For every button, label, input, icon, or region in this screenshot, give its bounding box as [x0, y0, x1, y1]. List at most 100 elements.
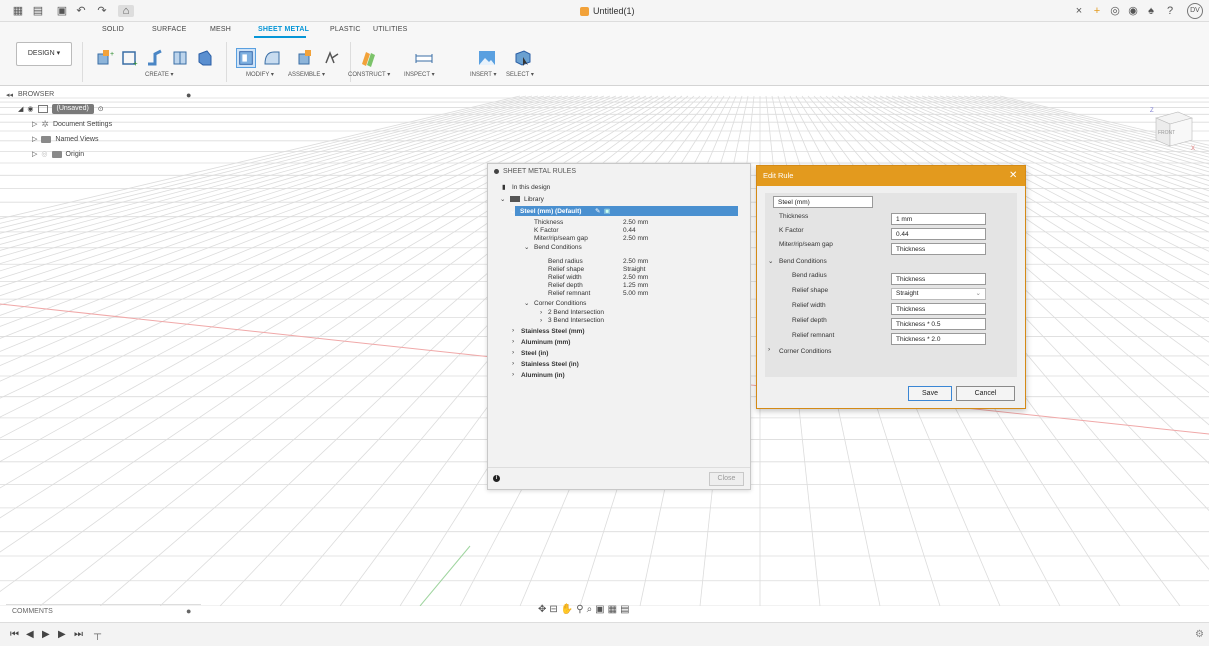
expand-arrow-icon[interactable]: › [768, 346, 770, 353]
workspace-design-button[interactable]: DESIGN ▾ [16, 42, 72, 66]
measure-icon[interactable] [414, 48, 434, 68]
press-pull-icon[interactable] [262, 48, 282, 68]
file-menu-icon[interactable]: ▤ [32, 5, 44, 17]
dialog-title-bar[interactable]: Edit Rule [757, 166, 1025, 186]
info-icon[interactable]: i [493, 475, 500, 482]
notifications-icon[interactable]: ♠ [1144, 4, 1158, 18]
activate-radio-icon[interactable]: ⊙ [98, 105, 104, 113]
modify-group-label[interactable]: MODIFY ▾ [246, 71, 274, 78]
expand-arrow-icon[interactable]: ⌄ [524, 299, 529, 307]
flat-pattern-icon[interactable] [170, 48, 190, 68]
zoom-icon[interactable]: ⚲ [576, 604, 583, 615]
create-group-label[interactable]: CREATE ▾ [145, 71, 174, 78]
rule-item[interactable]: Aluminum (in) [521, 372, 565, 379]
rule-item[interactable]: Stainless Steel (in) [521, 361, 579, 368]
select-group-label[interactable]: SELECT ▾ [506, 71, 534, 78]
viewcube-face-label[interactable]: FRONT [1158, 130, 1175, 136]
relief-depth-input[interactable] [891, 318, 986, 330]
comments-pin-icon[interactable]: ● [186, 606, 191, 616]
close-button[interactable]: Close [709, 472, 744, 486]
undo-icon[interactable]: ↶ [75, 5, 87, 17]
tab-surface[interactable]: SURFACE [152, 26, 186, 33]
expand-arrow-icon[interactable]: › [540, 309, 542, 316]
flange-icon[interactable] [145, 48, 165, 68]
insert-image-icon[interactable] [477, 48, 497, 68]
unfold-icon[interactable] [195, 48, 215, 68]
orbit-icon[interactable]: ✥ [538, 604, 546, 615]
fit-icon[interactable]: ⌕ [587, 604, 593, 615]
expand-arrow-icon[interactable]: › [512, 338, 514, 345]
collapse-browser-icon[interactable]: ◂◂ [6, 91, 13, 99]
step-back-icon[interactable]: ◀ [26, 629, 34, 640]
tab-sheet-metal[interactable]: SHEET METAL [258, 26, 309, 33]
expand-arrow-icon[interactable]: › [512, 349, 514, 356]
insert-group-label[interactable]: INSERT ▾ [470, 71, 496, 78]
grid-settings-icon[interactable]: ▦ [608, 604, 617, 615]
expand-arrow-icon[interactable]: ▷ [32, 150, 37, 158]
visibility-eye-icon[interactable]: ◉ [27, 105, 33, 113]
rule-item[interactable]: Steel (in) [521, 350, 548, 357]
edit-rule-pencil-icon[interactable]: ✎ [595, 207, 600, 215]
browser-root-item[interactable]: ◢ ◉ (Unsaved) ⊙ [18, 103, 104, 115]
tab-solid[interactable]: SOLID [102, 26, 124, 33]
expand-arrow-icon[interactable]: ▷ [32, 120, 37, 128]
k-factor-input[interactable] [891, 228, 986, 240]
sheet-metal-rules-icon[interactable] [236, 48, 256, 68]
rule-item[interactable]: Stainless Steel (mm) [521, 328, 585, 335]
corner-item[interactable]: 2 Bend Intersection [548, 309, 604, 316]
corner-conditions-label[interactable]: Corner Conditions [534, 300, 586, 307]
browser-item-origin[interactable]: ▷ ◎ Origin [32, 148, 84, 160]
pin-icon[interactable] [494, 169, 499, 174]
data-panel-grid-icon[interactable]: ▦ [12, 5, 24, 17]
expand-arrow-icon[interactable]: ⌄ [510, 207, 515, 215]
dialog-header[interactable]: SHEET METAL RULES [494, 168, 576, 175]
rule-item[interactable]: Aluminum (mm) [521, 339, 570, 346]
go-to-end-icon[interactable]: ⏭ [74, 629, 83, 640]
home-icon[interactable]: ⌂ [118, 5, 134, 17]
play-icon[interactable]: ▶ [42, 629, 50, 640]
save-button[interactable]: Save [908, 386, 952, 401]
browser-item-document-settings[interactable]: ▷ ✲ Document Settings [32, 118, 112, 130]
browser-pin-icon[interactable]: ● [186, 90, 191, 100]
close-tab-icon[interactable]: × [1072, 4, 1086, 18]
viewports-icon[interactable]: ▤ [620, 604, 629, 615]
select-icon[interactable] [513, 48, 533, 68]
relief-shape-select[interactable]: Straight ⌄ [891, 288, 986, 300]
extensions-icon[interactable]: ◎ [1108, 4, 1122, 18]
expand-arrow-icon[interactable]: › [512, 327, 514, 334]
expand-arrow-icon[interactable]: › [512, 371, 514, 378]
bend-radius-input[interactable] [891, 273, 986, 285]
expand-arrow-icon[interactable]: › [540, 317, 542, 324]
tab-utilities[interactable]: UTILITIES [373, 26, 407, 33]
tab-mesh[interactable]: MESH [210, 26, 231, 33]
document-tab[interactable]: Untitled(1) [580, 4, 635, 18]
new-component-assemble-icon[interactable] [296, 48, 316, 68]
display-settings-icon[interactable]: ▣ [595, 604, 604, 615]
step-forward-icon[interactable]: ▶ [58, 629, 66, 640]
relief-width-input[interactable] [891, 303, 986, 315]
miter-gap-input[interactable] [891, 243, 986, 255]
new-component-icon[interactable]: + [95, 48, 115, 68]
visibility-eye-icon[interactable]: ◎ [41, 150, 47, 158]
corner-item[interactable]: 3 Bend Intersection [548, 317, 604, 324]
in-this-design-item[interactable]: In this design [512, 184, 550, 191]
look-at-icon[interactable]: ⊟ [549, 604, 557, 615]
expand-arrow-icon[interactable]: ◢ [18, 105, 23, 113]
expand-arrow-icon[interactable]: ▷ [32, 135, 37, 143]
viewcube[interactable]: FRONT Z X [1148, 106, 1196, 152]
expand-arrow-icon[interactable]: ⌄ [768, 257, 773, 265]
library-item[interactable]: Library [524, 196, 544, 203]
construct-group-label[interactable]: CONSTRUCT ▾ [348, 71, 390, 78]
rule-name-input[interactable] [773, 196, 873, 208]
timeline-marker-icon[interactable]: ┬ [94, 629, 101, 640]
assemble-group-label[interactable]: ASSEMBLE ▾ [288, 71, 325, 78]
browser-item-named-views[interactable]: ▷ Named Views [32, 133, 98, 145]
bend-conditions-label[interactable]: Bend Conditions [534, 244, 582, 251]
relief-remnant-input[interactable] [891, 333, 986, 345]
job-status-icon[interactable]: ◉ [1126, 4, 1140, 18]
inspect-group-label[interactable]: INSPECT ▾ [404, 71, 435, 78]
save-icon[interactable]: ▣ [56, 5, 68, 17]
user-avatar[interactable]: DV [1187, 3, 1203, 19]
comments-panel[interactable]: COMMENTS ● [6, 604, 201, 618]
offset-plane-icon[interactable] [358, 48, 378, 68]
